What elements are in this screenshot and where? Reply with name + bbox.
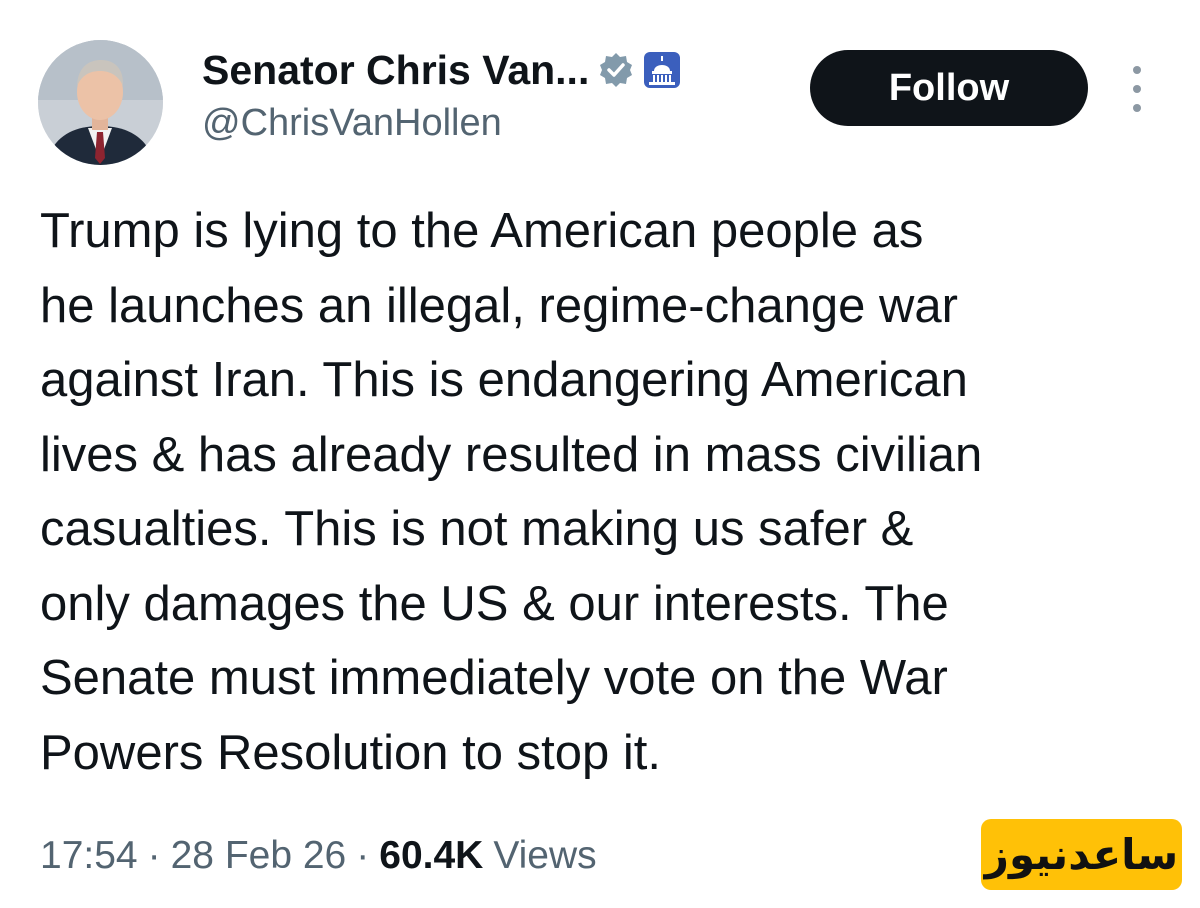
- watermark-logo: ساعدنیوز: [981, 819, 1182, 890]
- more-vertical-icon[interactable]: [1120, 66, 1154, 112]
- tweet-text-line: Senate must immediately vote on the War: [40, 651, 948, 705]
- meta-separator: ·: [356, 834, 370, 877]
- views-count: 60.4K: [379, 834, 484, 877]
- more-dot: [1133, 104, 1141, 112]
- author-handle[interactable]: @ChrisVanHollen: [202, 102, 502, 145]
- tweet-text: Trump is lying to the American people as…: [40, 194, 1170, 790]
- follow-button[interactable]: Follow: [810, 50, 1088, 126]
- more-dot: [1133, 85, 1141, 93]
- verified-badge-icon: [597, 51, 635, 89]
- tweet-time[interactable]: 17:54: [40, 834, 138, 878]
- tweet-text-line: against Iran. This is endangering Americ…: [40, 353, 968, 407]
- tweet-text-line: Trump is lying to the American people as: [40, 204, 924, 258]
- tweet-meta: 17:54 · 28 Feb 26 · 60.4K Views: [40, 830, 597, 882]
- author-name-row: Senator Chris Van...: [202, 44, 681, 96]
- avatar-photo: [38, 40, 163, 165]
- views-label: Views: [493, 834, 597, 877]
- tweet-date[interactable]: 28 Feb 26: [171, 834, 347, 878]
- tweet-text-line: he launches an illegal, regime-change wa…: [40, 278, 958, 333]
- author-display-name[interactable]: Senator Chris Van...: [202, 47, 589, 94]
- tweet-text-line: casualties. This is not making us safer …: [40, 502, 914, 556]
- meta-separator: ·: [147, 834, 161, 877]
- tweet-text-line: only damages the US & our interests. The: [40, 576, 949, 631]
- tweet-text-line: Powers Resolution to stop it.: [40, 725, 661, 780]
- avatar[interactable]: [38, 40, 163, 165]
- tweet-text-line: lives & has already resulted in mass civ…: [40, 427, 983, 482]
- more-dot: [1133, 66, 1141, 74]
- capitol-dome-icon: [643, 51, 681, 89]
